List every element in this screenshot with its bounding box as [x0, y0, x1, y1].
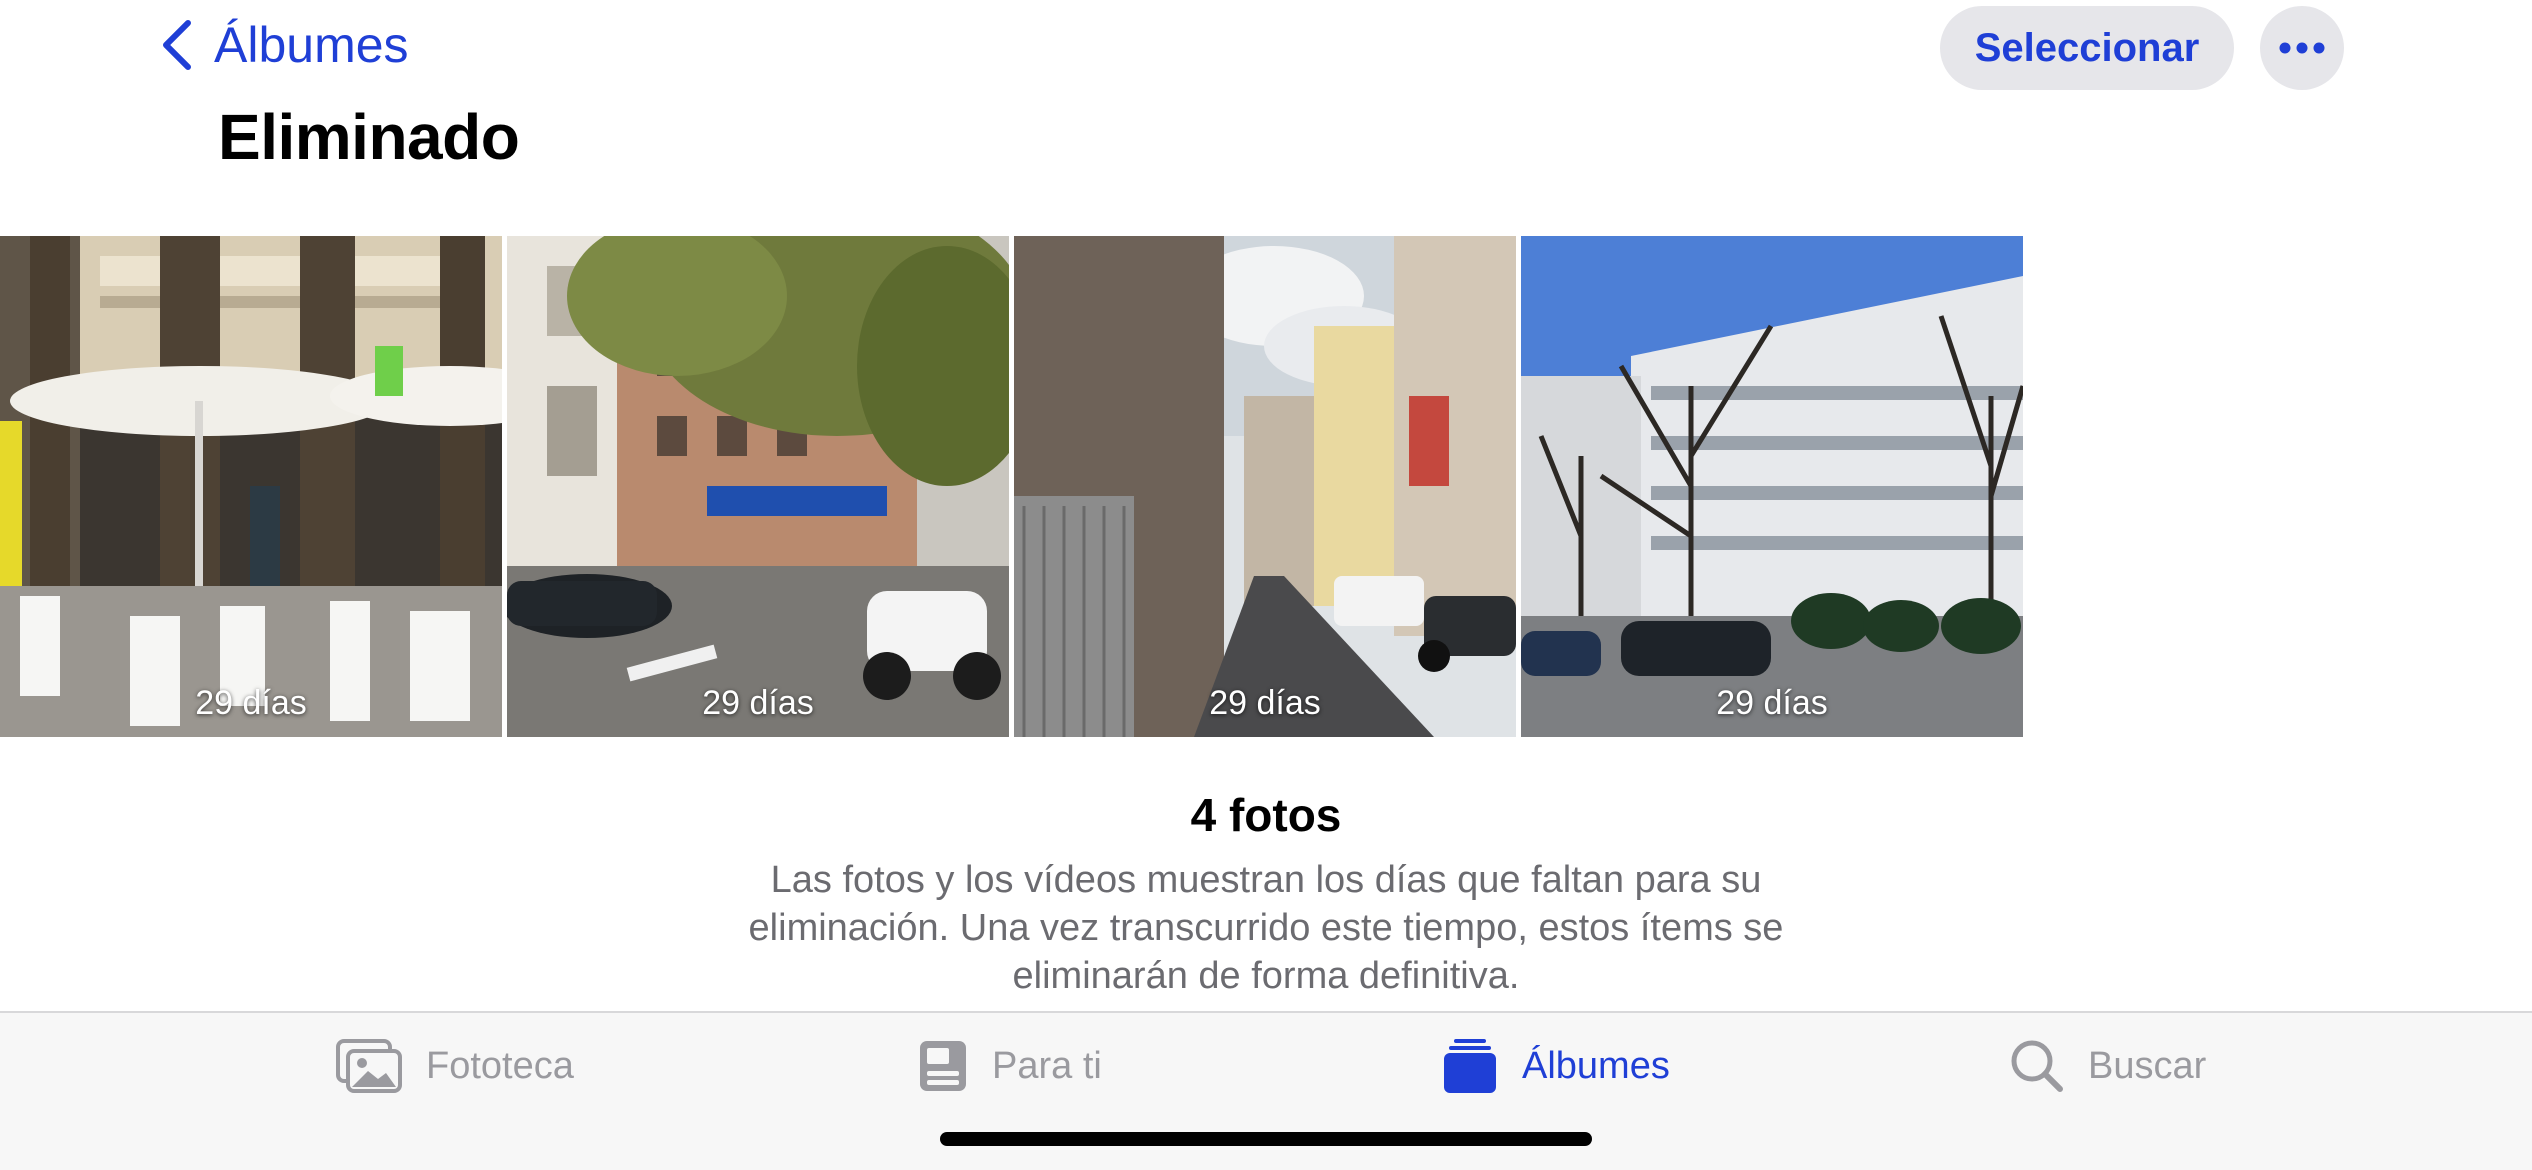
- photo-thumbnail[interactable]: 29 días: [1521, 236, 2023, 737]
- photo-image: [0, 236, 502, 737]
- photo-count: 4 fotos: [1190, 789, 1342, 841]
- ellipsis-icon: [2279, 42, 2325, 54]
- home-indicator[interactable]: [940, 1132, 1592, 1146]
- tab-fototeca[interactable]: Fototeca: [336, 1031, 574, 1101]
- albums-icon: [1444, 1039, 1496, 1093]
- photo-image: [507, 236, 1009, 737]
- photo-thumbnail[interactable]: 29 días: [0, 236, 502, 737]
- page-title: Eliminado: [218, 101, 520, 173]
- photo-grid: 29 días 29 días 29 días 29 días: [0, 236, 2024, 737]
- tab-bar: Fototeca Para ti Álbumes Buscar: [0, 1011, 2532, 1170]
- days-remaining-label: 29 días: [1716, 684, 1828, 722]
- more-button[interactable]: [2260, 6, 2344, 90]
- back-button-label: Álbumes: [214, 17, 409, 73]
- photo-image: [1521, 236, 2023, 737]
- deletion-info-text: Las fotos y los vídeos muestran los días…: [748, 859, 1784, 997]
- tab-label: Para ti: [992, 1044, 1102, 1087]
- tab-buscar[interactable]: Buscar: [2010, 1031, 2206, 1101]
- search-icon: [2011, 1040, 2063, 1092]
- chevron-left-icon: [163, 20, 191, 70]
- tab-label: Álbumes: [1522, 1044, 1670, 1087]
- tab-albumes[interactable]: Álbumes: [1442, 1031, 1670, 1101]
- deleted-album-screen: Álbumes Eliminado Seleccionar 29 días 29…: [0, 0, 2532, 1170]
- days-remaining-label: 29 días: [1209, 684, 1321, 722]
- days-remaining-label: 29 días: [702, 684, 814, 722]
- photo-library-icon: [336, 1039, 402, 1093]
- select-button[interactable]: Seleccionar: [1940, 6, 2234, 90]
- tab-label: Buscar: [2088, 1044, 2207, 1087]
- days-remaining-label: 29 días: [195, 684, 307, 722]
- tab-para-ti[interactable]: Para ti: [918, 1031, 1102, 1101]
- photo-image: [1014, 236, 1516, 737]
- photo-thumbnail[interactable]: 29 días: [507, 236, 1009, 737]
- back-button[interactable]: Álbumes: [160, 10, 409, 80]
- for-you-icon: [920, 1041, 966, 1091]
- tab-label: Fototeca: [426, 1044, 574, 1087]
- photo-thumbnail[interactable]: 29 días: [1014, 236, 1516, 737]
